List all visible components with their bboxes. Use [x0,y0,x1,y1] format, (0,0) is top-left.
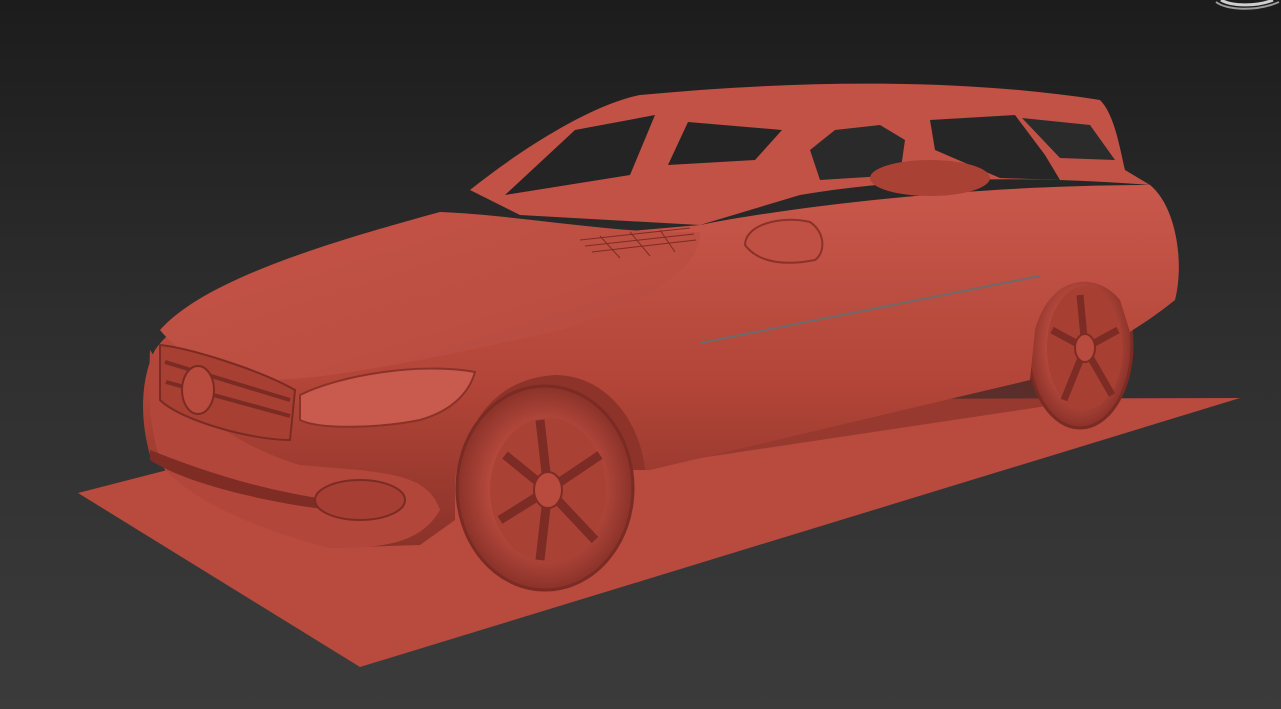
front-wheel[interactable] [455,384,635,592]
shaded-car-model[interactable] [0,0,1281,709]
interior-seat [870,160,990,196]
3d-viewport[interactable] [0,0,1281,709]
fog-light [314,479,406,521]
brand-emblem [181,365,215,415]
viewcube-icon[interactable] [1201,0,1281,16]
